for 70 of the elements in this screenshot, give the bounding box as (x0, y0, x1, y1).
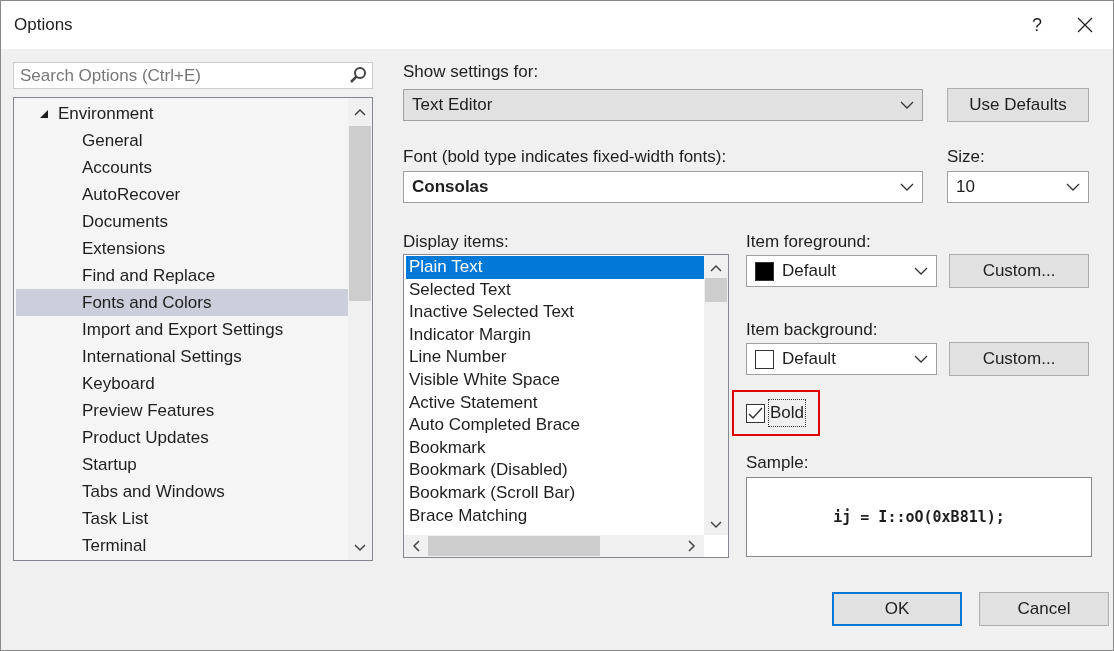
tree-item[interactable]: AutoRecover (16, 181, 348, 208)
scroll-thumb[interactable] (428, 536, 600, 556)
tree-item[interactable]: Product Updates (16, 424, 348, 451)
tree-item[interactable]: Preview Features (16, 397, 348, 424)
scroll-thumb[interactable] (705, 278, 727, 302)
scroll-thumb[interactable] (349, 126, 371, 301)
tree-item[interactable]: Accounts (16, 154, 348, 181)
chevron-down-icon (900, 101, 914, 109)
dropdown[interactable]: 10 (947, 171, 1089, 203)
dropdown[interactable]: Default (746, 255, 937, 287)
push-button[interactable]: Cancel (979, 592, 1109, 626)
search-field[interactable]: Search Options (Ctrl+E) (13, 62, 373, 89)
dropdown[interactable]: Text Editor (403, 89, 923, 121)
chevron-down-icon (914, 267, 928, 275)
tree-item[interactable]: Import and Export Settings (16, 316, 348, 343)
field-label: Size: (947, 146, 986, 167)
field-label: Display items: (403, 231, 510, 252)
dropdown[interactable]: Consolas (403, 171, 923, 203)
list-item[interactable]: Inactive Selected Text (406, 301, 704, 324)
field-label: Show settings for: (403, 61, 540, 82)
chevron-down-icon (1066, 183, 1080, 191)
tree-item[interactable]: Documents (16, 208, 348, 235)
field-label: Font (bold type indicates fixed-width fonts): (403, 146, 728, 167)
list-item[interactable]: Indicator Margin (406, 323, 704, 347)
push-button[interactable]: OK (832, 592, 962, 626)
scroll-bar[interactable] (704, 255, 728, 535)
push-button[interactable]: Use Defaults (947, 88, 1089, 122)
list-item[interactable]: Active Statement (406, 391, 704, 415)
field-label: Item foreground: (746, 231, 872, 252)
list-item[interactable]: Bookmark (Disabled) (406, 459, 704, 482)
tree-item[interactable]: Tabs and Windows (16, 478, 348, 505)
list-item[interactable]: Auto Completed Brace (406, 414, 704, 437)
expand-triangle-icon (40, 109, 48, 118)
list-item[interactable]: Bookmark (406, 436, 704, 460)
close-icon (1077, 17, 1093, 33)
field-label: Sample: (746, 452, 810, 473)
sample-preview: ij = I::oO(0xB81l); (746, 477, 1092, 557)
push-button[interactable]: Custom... (949, 254, 1089, 288)
tree-item[interactable]: Startup (16, 451, 348, 478)
tree-item[interactable]: General (16, 127, 348, 154)
help-button[interactable]: ? (1017, 11, 1057, 39)
tree-item[interactable]: Keyboard (16, 370, 348, 397)
chevron-down-icon (710, 521, 722, 529)
search-icon (349, 66, 367, 84)
dropdown[interactable]: Default (746, 343, 937, 375)
list-item[interactable]: Bookmark (Scroll Bar) (406, 481, 704, 505)
field-label: Item background: (746, 319, 879, 340)
scroll-bar[interactable] (348, 98, 372, 560)
tree-item[interactable]: Task List (16, 505, 348, 532)
chevron-down-icon (354, 544, 366, 552)
tree-item[interactable]: Fonts and Colors (16, 289, 348, 316)
tree-item[interactable]: Terminal (16, 532, 348, 559)
chevron-left-icon (412, 540, 420, 552)
chevron-right-icon (688, 540, 696, 552)
chevron-down-icon (914, 355, 928, 363)
list-item[interactable]: Selected Text (406, 278, 704, 302)
tree-item[interactable]: Find and Replace (16, 262, 348, 289)
window-title: Options (14, 14, 74, 37)
chevron-up-icon (354, 108, 366, 116)
push-button[interactable]: Custom... (949, 342, 1089, 376)
list-item[interactable]: Brace Matching (406, 504, 704, 528)
list-item[interactable]: Line Number (406, 346, 704, 369)
chevron-up-icon (710, 264, 722, 272)
tree-item[interactable]: Environment (16, 100, 348, 127)
list-item[interactable]: Plain Text (406, 256, 704, 279)
tree-item[interactable]: International Settings (16, 343, 348, 370)
chevron-down-icon (900, 183, 914, 191)
tree-item[interactable]: Extensions (16, 235, 348, 262)
horizontal-scroll-bar[interactable] (404, 535, 704, 557)
list-item[interactable]: Visible White Space (406, 368, 704, 392)
